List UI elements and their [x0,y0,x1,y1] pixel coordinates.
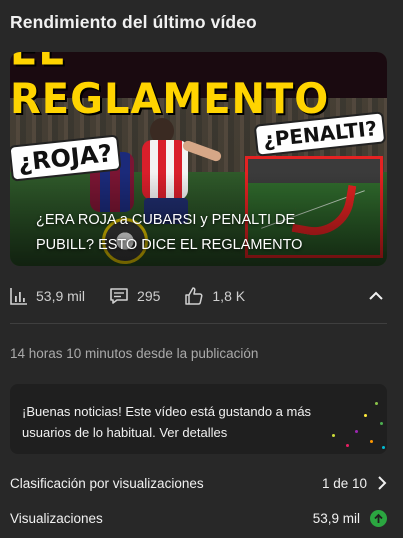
collapse-button[interactable] [366,286,386,306]
video-thumbnail[interactable]: EL REGLAMENTO ¿ROJA? ¿PENALTI? ¿ERA ROJA… [10,52,387,266]
chevron-right-icon [378,476,387,490]
comments-stat: 295 [109,287,160,305]
section-title: Rendimiento del último vídeo [10,12,257,32]
performance-notice-card[interactable]: ¡Buenas noticias! Este vídeo está gustan… [10,384,387,454]
video-title: ¿ERA ROJA a CUBARSI y PENALTI DE PUBILL?… [36,212,303,253]
comments-count: 295 [137,288,161,304]
thumbnail-banner-text: EL REGLAMENTO [10,52,330,124]
bar-chart-icon [10,288,27,305]
thumbs-up-icon [185,287,203,305]
ranking-row[interactable]: Clasificación por visualizaciones 1 de 1… [10,473,387,493]
chevron-up-icon [369,291,383,300]
views-value: 53,9 mil [312,510,360,526]
views-label: Visualizaciones [10,510,103,526]
comment-icon [110,288,128,304]
views-stat: 53,9 mil [10,287,85,305]
video-stats-bar: 53,9 mil 295 1,8 K [10,284,388,308]
views-count: 53,9 mil [36,288,86,304]
ranking-label: Clasificación por visualizaciones [10,475,204,491]
views-row: Visualizaciones 53,9 mil [10,508,387,528]
published-time: 14 horas 10 minutos desde la publicación [10,346,259,361]
likes-count: 1,8 K [212,288,246,304]
thumbnail-banner: EL REGLAMENTO [10,52,387,123]
divider [10,323,387,324]
notice-text: ¡Buenas noticias! Este vídeo está gustan… [22,404,312,440]
ranking-value: 1 de 10 [321,475,367,491]
likes-stat: 1,8 K [184,286,245,306]
arrow-up-circle-icon [370,509,387,527]
